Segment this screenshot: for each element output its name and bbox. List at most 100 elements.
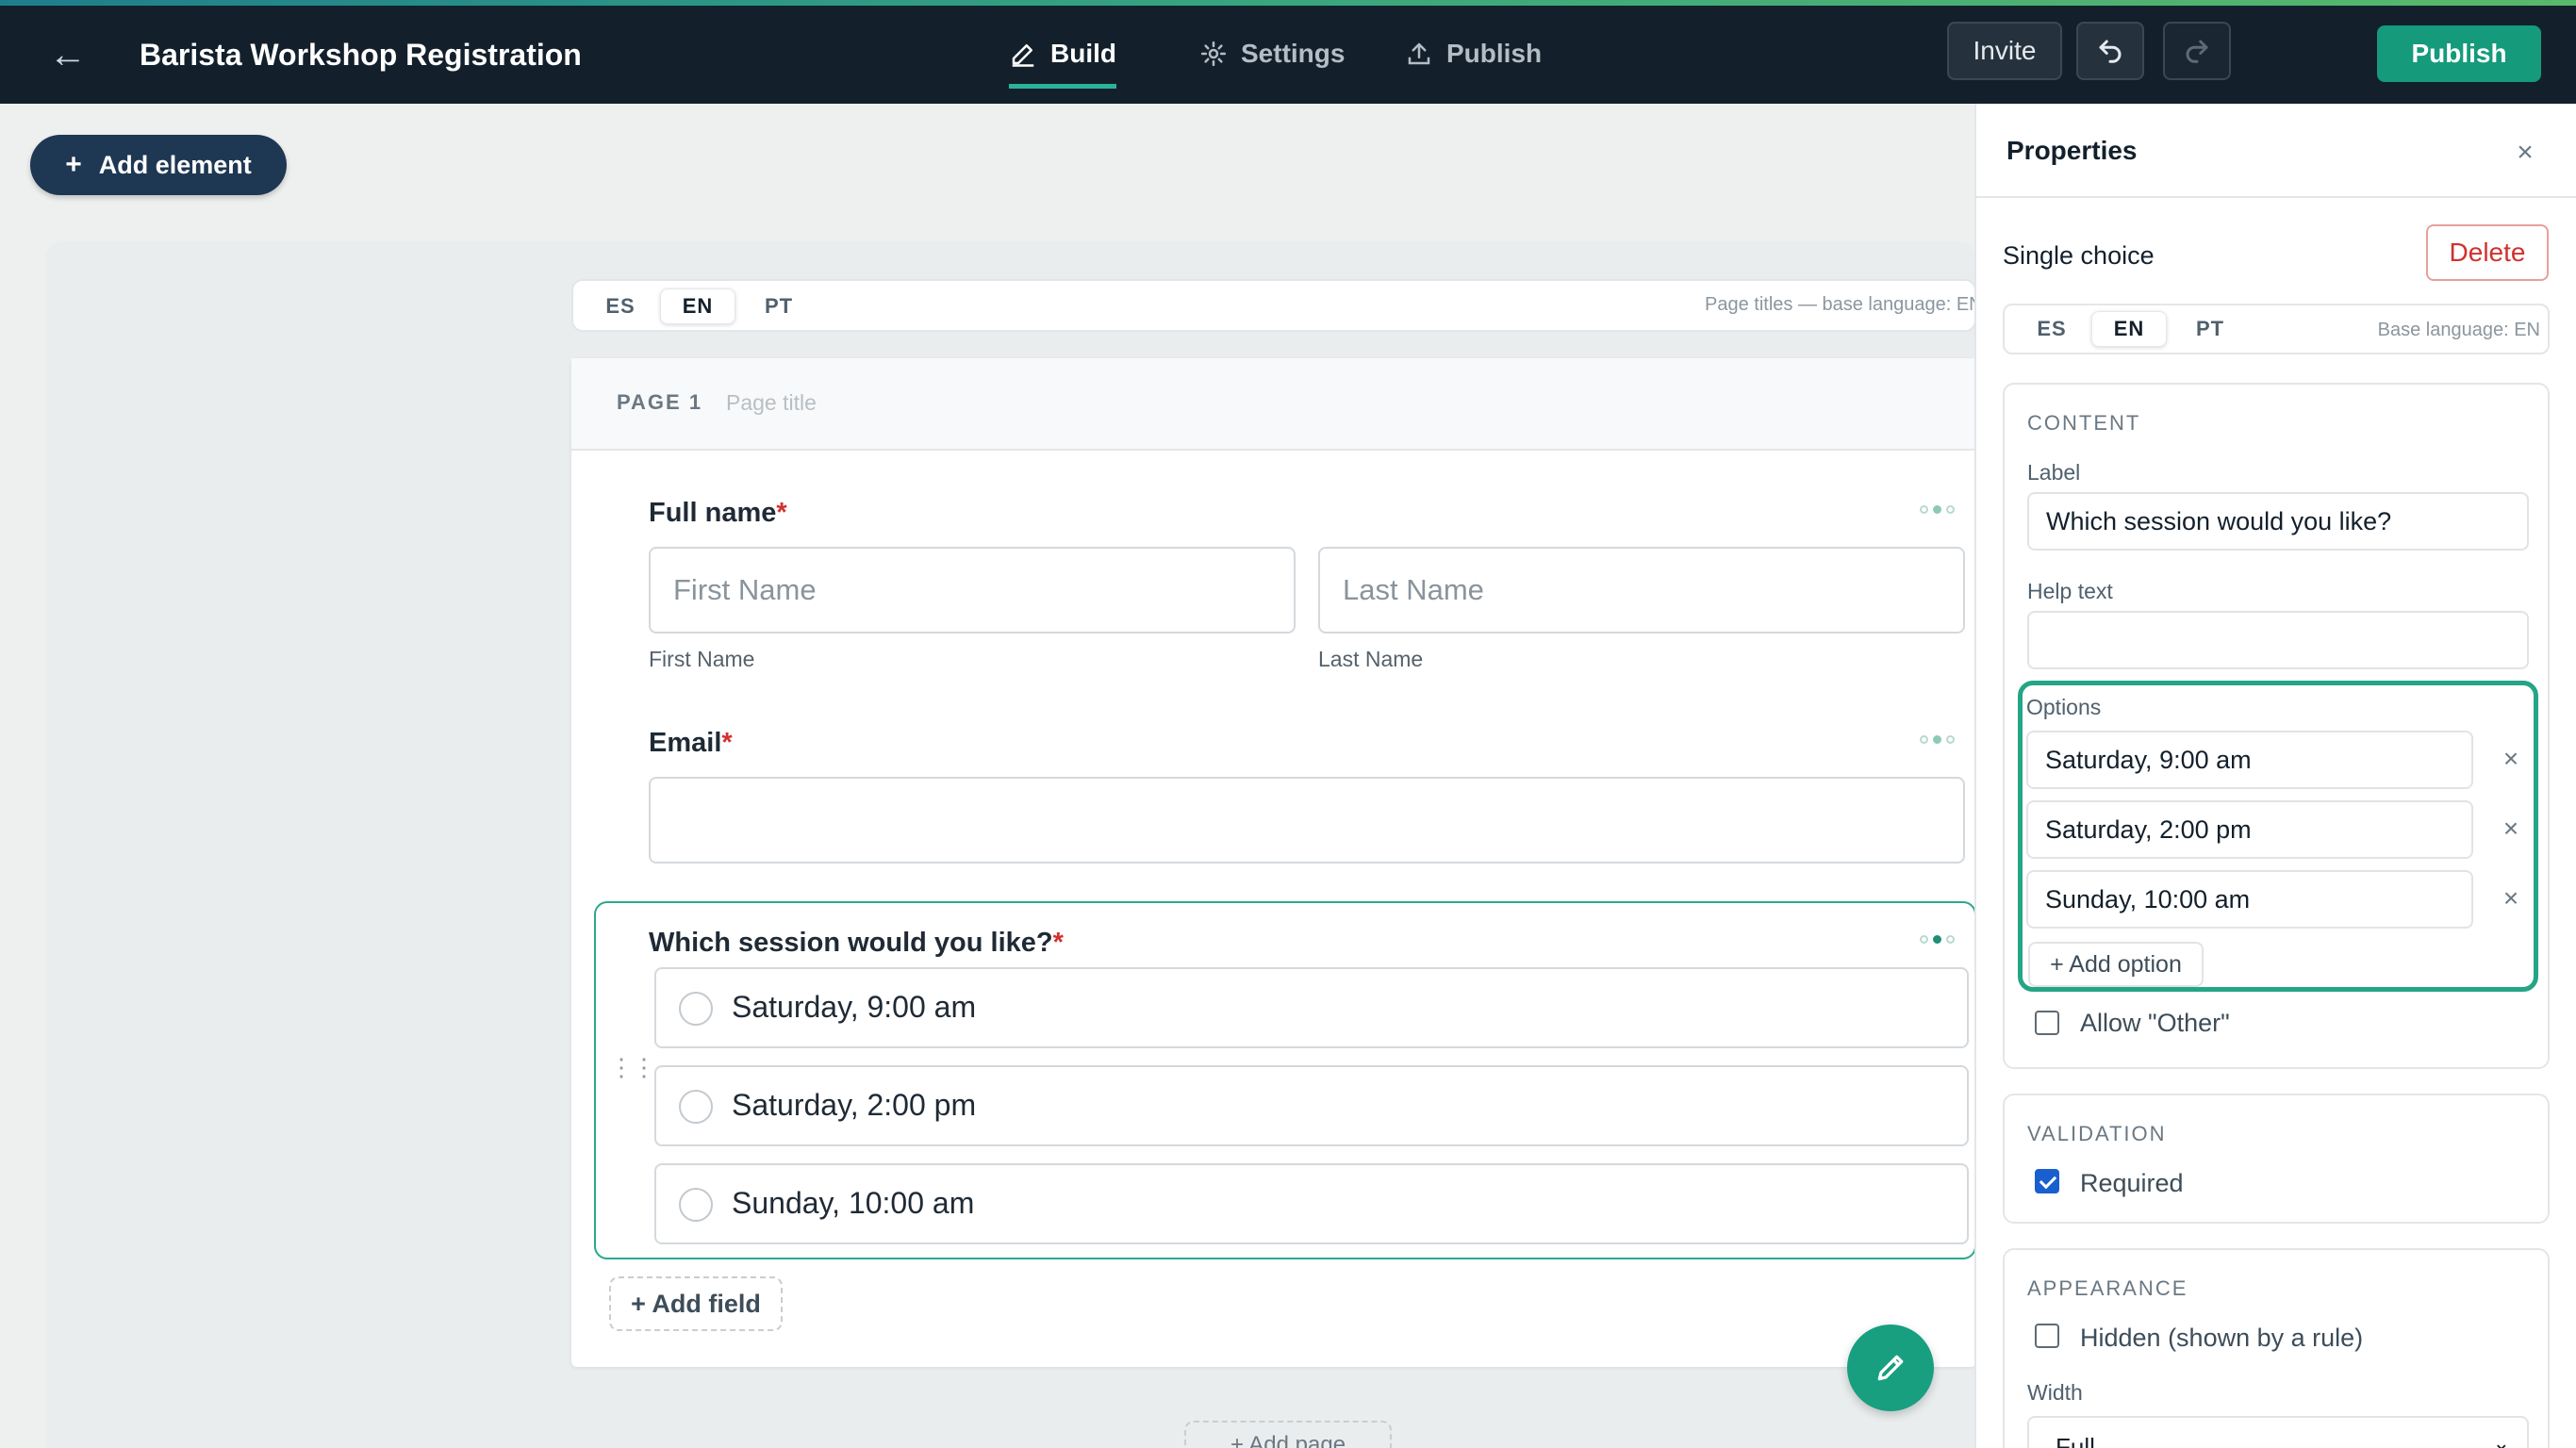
- add-page-button[interactable]: + Add page: [1184, 1421, 1392, 1448]
- help-text-caption: Help text: [2027, 579, 2113, 603]
- divider: [1976, 196, 2576, 198]
- fullname-label-text: Full name: [649, 498, 777, 528]
- content-section: CONTENT Label Which session would you li…: [2003, 383, 2550, 1069]
- field-status-dots: [1920, 935, 1955, 944]
- publish-button[interactable]: Publish: [2377, 25, 2541, 82]
- remove-option-icon[interactable]: ×: [2496, 883, 2526, 913]
- allow-other-checkbox[interactable]: [2035, 1011, 2059, 1035]
- width-select[interactable]: Full ⌄: [2027, 1416, 2529, 1448]
- last-name-input[interactable]: Last Name: [1318, 547, 1965, 634]
- pencil-icon: [1012, 44, 1034, 67]
- add-field-button[interactable]: + Add field: [609, 1276, 783, 1331]
- page-header: PAGE 1 Page title: [571, 358, 1976, 451]
- session-label: Which session would you like?*: [649, 928, 1064, 959]
- required-mark: *: [1052, 928, 1064, 958]
- options-caption: Options: [2026, 695, 2102, 719]
- required-label: Required: [2080, 1169, 2184, 1197]
- last-name-sublabel: Last Name: [1318, 647, 1424, 671]
- page-title-input[interactable]: Page title: [726, 390, 817, 416]
- validation-section: VALIDATION Required: [2003, 1094, 2550, 1224]
- tab-settings[interactable]: Settings: [1199, 26, 1345, 81]
- label-caption: Label: [2027, 460, 2081, 485]
- required-mark: *: [721, 728, 733, 758]
- session-label-text: Which session would you like?: [649, 928, 1053, 958]
- redo-icon: [2186, 40, 2208, 63]
- remove-option-icon[interactable]: ×: [2496, 744, 2526, 774]
- language-tab-es[interactable]: ES: [2025, 311, 2078, 347]
- tab-publish[interactable]: Publish: [1405, 26, 1542, 81]
- tab-settings-label: Settings: [1241, 39, 1346, 68]
- gear-icon: [1200, 41, 1227, 67]
- field-status-dots: [1920, 505, 1955, 514]
- option-label: Saturday, 9:00 am: [732, 990, 977, 1024]
- top-bar: ← Barista Workshop Registration Build Se…: [0, 6, 2576, 104]
- invite-button[interactable]: Invite: [1947, 22, 2062, 80]
- tab-publish-label: Publish: [1446, 39, 1543, 68]
- session-option[interactable]: Sunday, 10:00 am: [654, 1163, 1969, 1244]
- plus-icon: +: [65, 149, 82, 180]
- appearance-header: APPEARANCE: [2027, 1276, 2188, 1300]
- hidden-label: Hidden (shown by a rule): [2080, 1324, 2364, 1352]
- session-option[interactable]: Saturday, 9:00 am: [654, 967, 1969, 1048]
- required-mark: *: [776, 498, 787, 528]
- validation-header: VALIDATION: [2027, 1122, 2167, 1145]
- remove-option-icon[interactable]: ×: [2496, 814, 2526, 844]
- add-element-label: Add element: [98, 150, 252, 179]
- language-tab-es[interactable]: ES: [594, 288, 647, 324]
- radio-circle: [679, 1090, 713, 1124]
- drag-handle-icon[interactable]: ⋮⋮: [609, 1055, 656, 1079]
- close-icon[interactable]: ×: [2508, 136, 2542, 170]
- option-input[interactable]: Sunday, 10:00 am: [2026, 870, 2473, 929]
- upload-icon: [1408, 42, 1430, 65]
- email-label-text: Email: [649, 728, 722, 758]
- help-text-input[interactable]: [2027, 611, 2529, 669]
- content-header: CONTENT: [2027, 411, 2141, 435]
- undo-button[interactable]: [2076, 22, 2144, 80]
- language-tab-en[interactable]: EN: [660, 288, 735, 324]
- language-note-clip: Page titles — base language: EN: [1695, 281, 1974, 330]
- email-label: Email*: [649, 728, 733, 759]
- page-card: PAGE 1 Page title Full name* First Name …: [571, 358, 1976, 1367]
- delete-button[interactable]: Delete: [2426, 224, 2549, 281]
- first-name-sublabel: First Name: [649, 647, 755, 671]
- properties-panel: Properties × Single choice Delete ES EN …: [1974, 104, 2576, 1448]
- first-name-input[interactable]: First Name: [649, 547, 1296, 634]
- add-element-button[interactable]: + Add element: [30, 135, 287, 195]
- language-tab-pt[interactable]: PT: [2184, 311, 2237, 347]
- back-arrow-icon[interactable]: ←: [45, 34, 91, 75]
- appearance-section: APPEARANCE Hidden (shown by a rule) Widt…: [2003, 1248, 2550, 1448]
- active-tab-indicator: [1009, 84, 1116, 89]
- form-title: Barista Workshop Registration: [140, 38, 582, 72]
- page-language-switcher: ES EN PT Page titles — base language: EN: [571, 279, 1976, 332]
- page-number: PAGE 1: [617, 390, 703, 414]
- language-tab-en[interactable]: EN: [2091, 311, 2167, 347]
- field-language-switcher: ES EN PT Base language: EN: [2003, 304, 2550, 354]
- allow-other-label: Allow "Other": [2080, 1009, 2230, 1037]
- base-language-note: Base language: EN: [2377, 320, 2540, 340]
- required-checkbox[interactable]: [2035, 1169, 2059, 1193]
- edit-fab-button[interactable]: [1847, 1325, 1934, 1411]
- option-label: Sunday, 10:00 am: [732, 1186, 975, 1220]
- label-input[interactable]: Which session would you like?: [2027, 492, 2529, 551]
- add-option-button[interactable]: + Add option: [2028, 942, 2204, 987]
- email-input[interactable]: [649, 777, 1965, 864]
- width-caption: Width: [2027, 1380, 2083, 1405]
- pencil-icon: [1877, 1355, 1904, 1381]
- option-label: Saturday, 2:00 pm: [732, 1088, 977, 1122]
- hidden-checkbox[interactable]: [2035, 1324, 2059, 1348]
- fullname-label: Full name*: [649, 498, 787, 529]
- option-input[interactable]: Saturday, 2:00 pm: [2026, 800, 2473, 859]
- width-value: Full: [2056, 1433, 2095, 1448]
- session-option[interactable]: Saturday, 2:00 pm: [654, 1065, 1969, 1146]
- options-editor: Options Saturday, 9:00 am × Saturday, 2:…: [2018, 681, 2538, 992]
- radio-circle: [679, 992, 713, 1026]
- page-language-note: Page titles — base language: EN: [1705, 294, 1974, 315]
- option-input[interactable]: Saturday, 9:00 am: [2026, 731, 2473, 789]
- tab-build[interactable]: Build: [1009, 26, 1116, 89]
- language-tab-pt[interactable]: PT: [752, 288, 805, 324]
- field-status-dots: [1920, 735, 1955, 744]
- element-type: Single choice: [2003, 241, 2155, 270]
- properties-title: Properties: [2006, 136, 2138, 165]
- radio-circle: [679, 1188, 713, 1222]
- redo-button[interactable]: [2163, 22, 2231, 80]
